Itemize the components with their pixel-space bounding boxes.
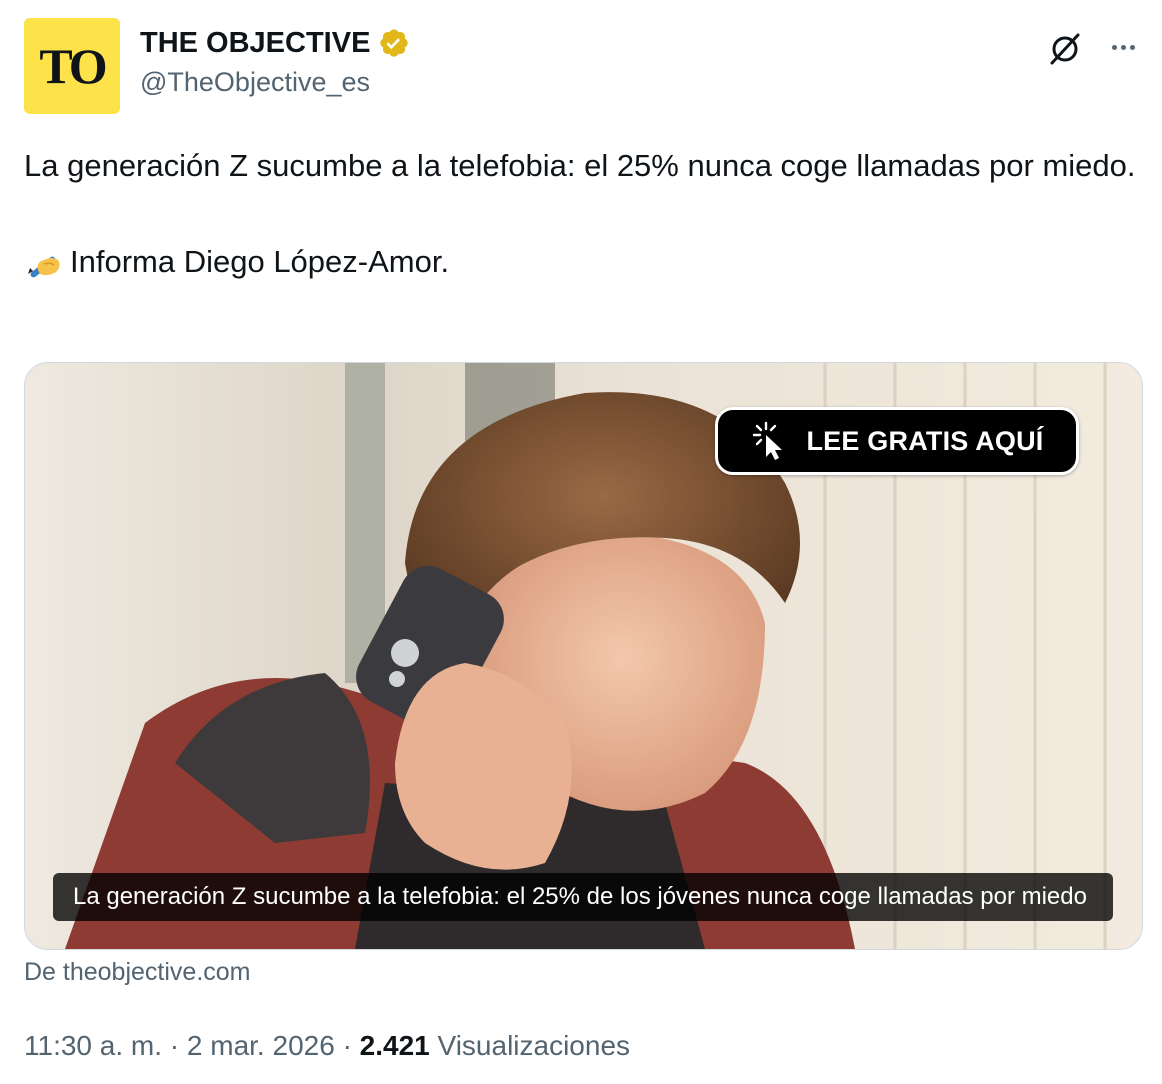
- read-free-label: LEE GRATIS AQUÍ: [806, 425, 1044, 456]
- tweet-author-credit: Informa Diego López-Amor.: [70, 244, 450, 279]
- pointer-click-icon: [753, 421, 783, 460]
- views-count: 2.421: [359, 1030, 430, 1061]
- tweet-line-author: Informa Diego López-Amor.: [24, 238, 1139, 286]
- card-caption: La generación Z sucumbe a la telefobia: …: [53, 873, 1113, 921]
- views-label: Visualizaciones: [437, 1030, 631, 1061]
- link-card[interactable]: LEE GRATIS AQUÍ La generación Z sucumbe …: [24, 362, 1143, 950]
- grok-icon[interactable]: [1046, 30, 1084, 68]
- display-name[interactable]: THE OBJECTIVE: [140, 26, 370, 60]
- more-icon[interactable]: [1104, 28, 1142, 66]
- tweet-line-headline: La generación Z sucumbe a la telefobia: …: [24, 148, 1136, 183]
- meta-separator: ·: [342, 1030, 352, 1061]
- read-free-button[interactable]: LEE GRATIS AQUÍ: [715, 407, 1079, 475]
- tweet-time[interactable]: 11:30 a. m.: [24, 1030, 162, 1061]
- avatar-logo-text: TO: [39, 38, 107, 94]
- meta-separator: ·: [169, 1030, 180, 1061]
- avatar[interactable]: TO: [24, 18, 120, 114]
- tweet-date[interactable]: 2 mar. 2026: [187, 1030, 335, 1061]
- author-name-row: THE OBJECTIVE: [140, 26, 410, 60]
- author-handle[interactable]: @TheObjective_es: [140, 67, 370, 98]
- verified-badge-icon[interactable]: [378, 27, 410, 59]
- tweet-text: La generación Z sucumbe a la telefobia: …: [24, 142, 1139, 286]
- tweet-meta: 11:30 a. m. · 2 mar. 2026 · 2.421 Visual…: [24, 1030, 630, 1062]
- writing-hand-icon: [28, 256, 60, 278]
- card-source[interactable]: De theobjective.com: [24, 958, 251, 987]
